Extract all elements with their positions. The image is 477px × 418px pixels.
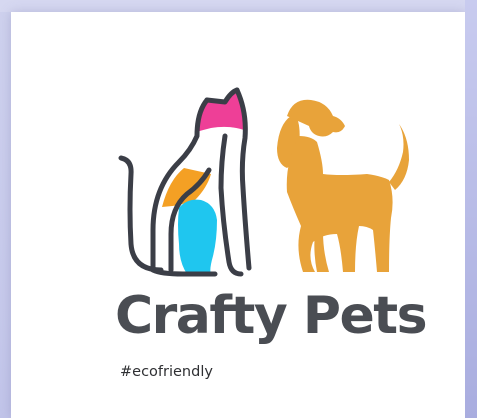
tagline: #ecofriendly bbox=[120, 364, 213, 380]
cat-outline-icon bbox=[118, 87, 252, 277]
right-edge-strip bbox=[465, 0, 477, 418]
logo-art bbox=[118, 87, 409, 277]
brand-name: Crafty Pets bbox=[115, 286, 428, 346]
logo-card: Crafty Pets #ecofriendly bbox=[11, 12, 466, 418]
top-band bbox=[0, 0, 477, 12]
dog-silhouette-icon bbox=[277, 99, 409, 272]
